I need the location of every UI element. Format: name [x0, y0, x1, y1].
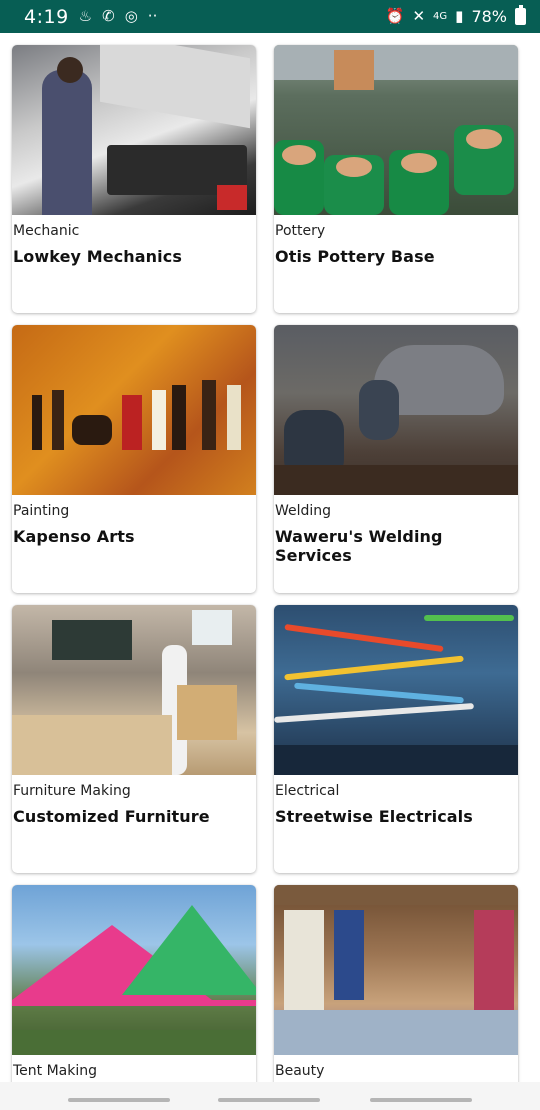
network-type: 4G [433, 11, 448, 22]
status-time: 4:19 [24, 5, 69, 28]
welder-figure-shape [359, 380, 399, 440]
clay-top-shape [282, 145, 316, 165]
workbench-shape [12, 715, 172, 775]
recents-button[interactable] [68, 1098, 170, 1102]
card-category: Welding [275, 503, 332, 519]
business-card[interactable]: Furniture Making Customized Furniture [12, 605, 256, 873]
wire-shape [294, 682, 464, 704]
card-title: Kapenso Arts [13, 527, 135, 546]
window-shape [192, 610, 232, 645]
system-nav-bar [0, 1082, 540, 1110]
figure-shape [72, 415, 112, 445]
tent-edge-shape [12, 1000, 256, 1006]
hanging-goods-shape [474, 910, 514, 1010]
card-title: Otis Pottery Base [275, 247, 435, 266]
cabinet-shape [177, 685, 237, 740]
wire-shape [284, 655, 464, 681]
hanging-goods-shape [284, 910, 324, 1010]
business-grid: Mechanic Lowkey Mechanics Pottery Otis P… [12, 45, 518, 1082]
tent-photo [12, 885, 256, 1055]
card-category: Mechanic [13, 223, 80, 239]
figure-shape [122, 395, 142, 450]
clay-top-shape [466, 129, 502, 149]
pottery-photo [274, 45, 518, 215]
card-category: Furniture Making [13, 783, 131, 799]
card-title: Waweru's Welding Services [275, 527, 443, 565]
card-title: Lowkey Mechanics [13, 247, 182, 266]
mechanic-figure-shape [42, 70, 92, 215]
figure-shape [227, 385, 241, 450]
card-category: Painting [13, 503, 70, 519]
grass-shape [12, 1030, 256, 1055]
mute-icon: ✕ [412, 7, 426, 25]
figure-shape [32, 395, 42, 450]
red-part-shape [217, 185, 247, 210]
business-list[interactable]: Mechanic Lowkey Mechanics Pottery Otis P… [0, 33, 540, 1082]
business-card[interactable]: Beauty [274, 885, 518, 1082]
blackboard-shape [52, 620, 132, 660]
business-card[interactable]: Painting Kapenso Arts [12, 325, 256, 593]
card-category: Tent Making [13, 1063, 98, 1079]
card-category: Pottery [275, 223, 326, 239]
battery-percent: 78% [471, 7, 507, 26]
fence-shape [274, 45, 518, 80]
hanging-goods-shape [334, 910, 364, 1000]
furniture-photo [12, 605, 256, 775]
figure-shape [152, 390, 166, 450]
figure-shape [172, 385, 186, 450]
battery-icon [515, 5, 526, 25]
status-bar: 4:19 ♨ ✆ ◎ ·· ⏰ ✕ 4G ▮ 78% [0, 0, 540, 33]
tent-roof-shape [122, 905, 256, 995]
business-card[interactable]: Tent Making [12, 885, 256, 1082]
clay-top-shape [336, 157, 372, 177]
table-goods-shape [274, 1010, 518, 1055]
figure-shape [202, 380, 216, 450]
back-button[interactable] [370, 1098, 472, 1102]
business-card[interactable]: Mechanic Lowkey Mechanics [12, 45, 256, 313]
card-category: Beauty [275, 1063, 325, 1079]
clay-top-shape [401, 153, 437, 173]
business-card[interactable]: Welding Waweru's Welding Services [274, 325, 518, 593]
wire-shape [274, 703, 474, 723]
card-title: Customized Furniture [13, 807, 210, 826]
wire-shape [284, 623, 444, 653]
card-title: Streetwise Electricals [275, 807, 473, 826]
mechanic-head-shape [57, 57, 83, 83]
more-dots-icon: ·· [147, 7, 158, 25]
electrical-photo [274, 605, 518, 775]
clay-block-shape [334, 50, 374, 90]
whatsapp-icon: ✆ [102, 7, 115, 25]
figure-shape [52, 390, 64, 450]
notification-icon: ♨ [78, 7, 93, 25]
card-category: Electrical [275, 783, 340, 799]
beauty-photo [274, 885, 518, 1055]
painting-photo [12, 325, 256, 495]
car-hood-shape [100, 45, 250, 129]
home-button[interactable] [218, 1098, 320, 1102]
welding-photo [274, 325, 518, 495]
signal-icon: ▮ [455, 7, 464, 25]
wifi-hotspot-icon: ◎ [124, 7, 138, 25]
panel-shape [274, 745, 518, 775]
wire-shape [424, 615, 514, 621]
stall-roof-shape [274, 885, 518, 905]
mechanic-photo [12, 45, 256, 215]
ground-shape [274, 465, 518, 495]
alarm-icon: ⏰ [385, 7, 405, 25]
business-card[interactable]: Electrical Streetwise Electricals [274, 605, 518, 873]
business-card[interactable]: Pottery Otis Pottery Base [274, 45, 518, 313]
